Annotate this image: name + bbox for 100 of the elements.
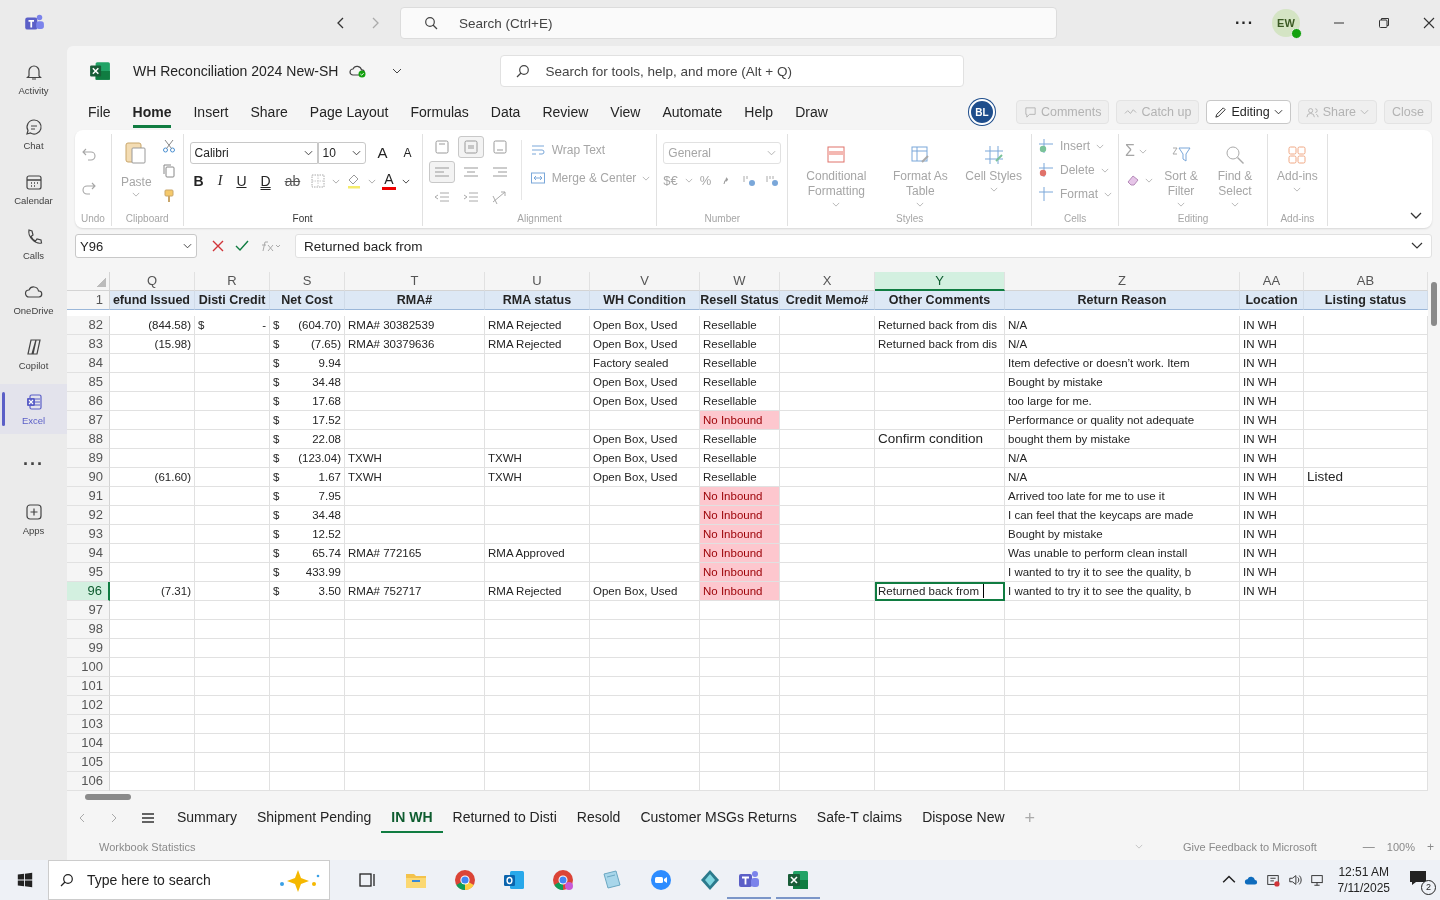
browser-icon[interactable] [453,868,477,892]
row-header[interactable]: 103 [67,715,110,734]
notepad-icon[interactable] [600,868,624,892]
more-options-button[interactable]: ··· [1235,14,1254,32]
scrollbar-thumb[interactable] [85,794,131,800]
expand-formula-bar-icon[interactable] [1411,242,1423,250]
clock-date[interactable]: 7/11/2025 [1337,880,1390,896]
editing-button[interactable]: Editing [1206,100,1291,124]
video-meeting-icon[interactable] [649,868,673,892]
column-header[interactable]: Y [875,272,1005,291]
row-header[interactable]: 97 [67,601,110,620]
strikethrough-button[interactable]: ab [280,172,305,190]
start-icon[interactable] [16,871,34,889]
workbook-title[interactable]: WH Reconciliation 2024 New-SH [133,63,339,79]
row-header[interactable]: 101 [67,677,110,696]
active-cell[interactable]: Returned back from [875,582,1005,601]
menu-icon[interactable] [141,812,155,824]
ribbon-tab[interactable]: Page Layout [309,96,389,128]
column-header[interactable]: U [485,272,590,291]
chevron-down-icon[interactable] [392,68,403,74]
ribbon-tab[interactable]: Automate [662,96,723,128]
security-icon[interactable] [1265,873,1280,887]
ribbon-tab[interactable]: Draw [795,96,828,128]
app-bar-item[interactable]: Copilot [0,329,67,379]
app-bar-item[interactable]: Calls [0,219,67,269]
column-header[interactable]: Z [1005,272,1240,291]
column-header[interactable]: R [195,272,270,291]
bold-button[interactable]: B [189,172,208,190]
user-avatar[interactable]: EW [1272,9,1300,37]
next-sheet-icon[interactable] [109,813,119,823]
underline-button[interactable]: U [232,172,251,190]
italic-button[interactable]: I [213,172,227,190]
row-header[interactable]: 82 [67,316,110,335]
redo-icon[interactable] [81,180,97,196]
previous-sheet-icon[interactable] [77,813,87,823]
row-header[interactable]: 98 [67,620,110,639]
column-header[interactable]: S [270,272,345,291]
row-header[interactable]: 94 [67,544,110,563]
row-header[interactable]: 95 [67,563,110,582]
row-header[interactable]: 100 [67,658,110,677]
row-header[interactable]: 90 [67,468,110,487]
sheet-tab[interactable]: Shipment Pending [246,803,382,833]
app-bar-item[interactable]: Calendar [0,164,67,214]
browser-profile-icon[interactable] [551,868,575,892]
row-header[interactable]: 83 [67,335,110,354]
ribbon-tab[interactable]: File [88,96,111,128]
column-header[interactable]: AA [1240,272,1304,291]
ribbon-tab[interactable]: Share [250,96,288,128]
app-bar-item[interactable]: Chat [0,109,67,159]
restore-icon[interactable] [1378,17,1390,29]
name-box[interactable]: Y96 [75,234,197,258]
app-bar-item[interactable]: Excel [0,384,67,434]
ribbon-tab[interactable]: Insert [193,96,229,128]
notification-icon[interactable] [1408,868,1428,888]
mail-app-icon[interactable] [502,868,526,892]
expand-ribbon-icon[interactable] [1410,212,1422,220]
row-header[interactable]: 92 [67,506,110,525]
row-header[interactable]: 1 [67,291,110,310]
ribbon-tab[interactable]: View [610,96,641,128]
cell-input[interactable]: Returned back from [878,582,979,600]
row-header[interactable]: 85 [67,373,110,392]
volume-icon[interactable] [1287,873,1302,887]
borders-icon[interactable] [310,173,327,189]
sheet-tab[interactable]: Customer MSGs Returns [630,803,807,833]
row-header[interactable]: 99 [67,639,110,658]
sheet-tab[interactable]: Resold [566,803,631,833]
app-bar-item[interactable]: Activity [0,54,67,104]
fill-color-icon[interactable] [346,173,363,189]
app-bar-item[interactable]: ··· [0,439,67,489]
app-bar-item[interactable]: Apps [0,494,67,544]
column-header[interactable]: T [345,272,485,291]
sheet-tab[interactable]: Summary [167,803,247,833]
row-header[interactable]: 102 [67,696,110,715]
taskbar-search-field[interactable]: Type here to search [48,860,330,900]
formula-field[interactable]: Returned back from [295,234,1432,258]
font-name-dropdown[interactable]: Calibri [189,142,318,164]
row-header[interactable]: 91 [67,487,110,506]
row-header[interactable]: 96 [67,582,110,601]
row-header[interactable]: 106 [67,772,110,791]
search-field[interactable]: Search (Ctrl+E) [400,7,1057,39]
row-header[interactable]: 93 [67,525,110,544]
row-header[interactable]: 89 [67,449,110,468]
undo-icon[interactable] [81,146,97,162]
sheet-tab[interactable]: Dispose New [912,803,1015,833]
ribbon-tab[interactable]: Help [744,96,774,128]
font-color-button[interactable]: A [382,172,396,190]
ribbon-tab[interactable]: Formulas [410,96,469,128]
column-header[interactable]: W [700,272,780,291]
cancel-icon[interactable] [211,239,225,253]
scissors-icon[interactable] [160,138,177,154]
ribbon-tab[interactable]: Review [542,96,589,128]
row-header[interactable]: 87 [67,411,110,430]
enter-icon[interactable] [235,239,249,253]
select-all-button[interactable] [67,272,110,291]
row-header[interactable]: 104 [67,734,110,753]
row-header[interactable]: 88 [67,430,110,449]
font-size-dropdown[interactable]: 10 [317,142,366,164]
clock-time[interactable]: 12:51 AM [1338,864,1390,880]
row-header[interactable]: 86 [67,392,110,411]
copy-icon[interactable] [160,163,177,179]
